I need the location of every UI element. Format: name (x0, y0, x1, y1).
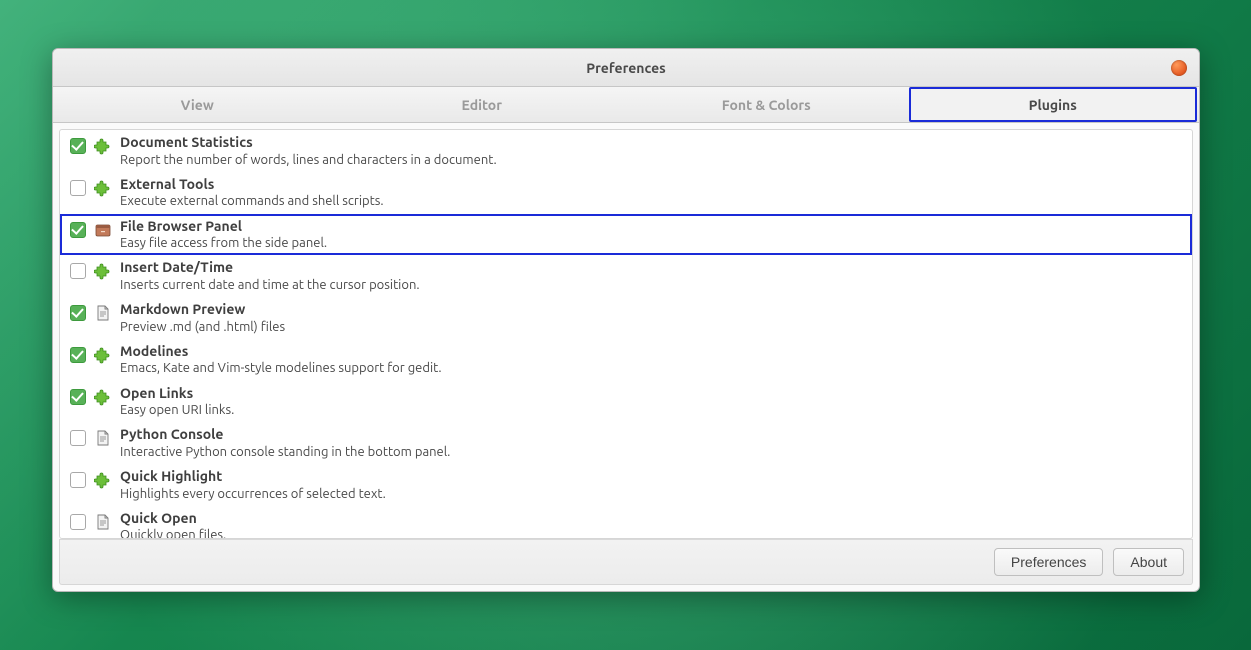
plugin-checkbox[interactable] (70, 180, 86, 196)
drawer-icon (94, 221, 112, 239)
plugin-checkbox[interactable] (70, 138, 86, 154)
plugin-checkbox[interactable] (70, 389, 86, 405)
plugin-pane: Document StatisticsReport the number of … (59, 129, 1193, 539)
plugin-row[interactable]: External ToolsExecute external commands … (60, 172, 1192, 214)
tab-plugins[interactable]: Plugins (909, 87, 1198, 122)
close-icon[interactable] (1171, 60, 1187, 76)
puzzle-icon (94, 388, 112, 406)
tab-bar: View Editor Font & Colors Plugins (53, 87, 1199, 123)
tab-label: View (181, 97, 214, 113)
document-icon (94, 304, 112, 322)
plugin-name: Markdown Preview (120, 301, 285, 319)
plugin-checkbox[interactable] (70, 472, 86, 488)
plugin-checkbox[interactable] (70, 222, 86, 238)
plugin-text: Quick OpenQuickly open files. (120, 510, 226, 538)
plugin-row[interactable]: Python ConsoleInteractive Python console… (60, 422, 1192, 464)
puzzle-icon (94, 179, 112, 197)
puzzle-icon (94, 262, 112, 280)
plugin-description: Easy open URI links. (120, 402, 234, 418)
plugin-name: Modelines (120, 343, 442, 361)
plugin-checkbox[interactable] (70, 347, 86, 363)
plugin-text: Insert Date/TimeInserts current date and… (120, 259, 420, 293)
tab-label: Font & Colors (722, 97, 811, 113)
preferences-window: Preferences View Editor Font & Colors Plugi… (52, 48, 1200, 592)
content-area: Document StatisticsReport the number of … (53, 123, 1199, 591)
plugin-row[interactable]: Markdown PreviewPreview .md (and .html) … (60, 297, 1192, 339)
plugin-text: ModelinesEmacs, Kate and Vim-style model… (120, 343, 442, 377)
plugin-row[interactable]: Quick HighlightHighlights every occurren… (60, 464, 1192, 506)
plugin-name: External Tools (120, 176, 384, 194)
puzzle-icon (94, 137, 112, 155)
tab-view[interactable]: View (55, 87, 340, 122)
plugin-text: Open LinksEasy open URI links. (120, 385, 234, 419)
plugin-name: Python Console (120, 426, 450, 444)
plugin-text: Python ConsoleInteractive Python console… (120, 426, 450, 460)
plugin-text: Markdown PreviewPreview .md (and .html) … (120, 301, 285, 335)
plugin-description: Emacs, Kate and Vim-style modelines supp… (120, 360, 442, 376)
plugin-description: Execute external commands and shell scri… (120, 193, 384, 209)
tab-label: Plugins (1029, 97, 1077, 113)
puzzle-icon (94, 346, 112, 364)
puzzle-icon (94, 471, 112, 489)
plugin-name: Insert Date/Time (120, 259, 420, 277)
plugin-name: File Browser Panel (120, 218, 327, 236)
plugin-about-button[interactable]: About (1113, 548, 1184, 576)
plugin-description: Report the number of words, lines and ch… (120, 152, 497, 168)
plugin-row[interactable]: Insert Date/TimeInserts current date and… (60, 255, 1192, 297)
plugin-checkbox[interactable] (70, 263, 86, 279)
tab-font-colors[interactable]: Font & Colors (624, 87, 909, 122)
document-icon (94, 429, 112, 447)
titlebar: Preferences (53, 49, 1199, 87)
plugin-checkbox[interactable] (70, 305, 86, 321)
plugin-list[interactable]: Document StatisticsReport the number of … (60, 130, 1192, 538)
plugin-row[interactable]: File Browser PanelEasy file access from … (60, 214, 1192, 256)
tab-editor[interactable]: Editor (340, 87, 625, 122)
plugin-name: Quick Open (120, 510, 226, 528)
plugin-text: Document StatisticsReport the number of … (120, 134, 497, 168)
plugin-row[interactable]: Document StatisticsReport the number of … (60, 130, 1192, 172)
tab-label: Editor (462, 97, 502, 113)
button-bar: Preferences About (59, 539, 1193, 585)
plugin-checkbox[interactable] (70, 430, 86, 446)
plugin-preferences-button[interactable]: Preferences (994, 548, 1103, 576)
window-title: Preferences (586, 60, 666, 76)
plugin-text: Quick HighlightHighlights every occurren… (120, 468, 386, 502)
plugin-checkbox[interactable] (70, 514, 86, 530)
plugin-description: Easy file access from the side panel. (120, 235, 327, 251)
plugin-description: Interactive Python console standing in t… (120, 444, 450, 460)
plugin-description: Inserts current date and time at the cur… (120, 277, 420, 293)
plugin-name: Open Links (120, 385, 234, 403)
plugin-row[interactable]: Open LinksEasy open URI links. (60, 381, 1192, 423)
plugin-description: Highlights every occurrences of selected… (120, 486, 386, 502)
plugin-text: External ToolsExecute external commands … (120, 176, 384, 210)
plugin-row[interactable]: ModelinesEmacs, Kate and Vim-style model… (60, 339, 1192, 381)
plugin-row[interactable]: Quick OpenQuickly open files. (60, 506, 1192, 538)
plugin-description: Quickly open files. (120, 527, 226, 538)
plugin-name: Quick Highlight (120, 468, 386, 486)
plugin-text: File Browser PanelEasy file access from … (120, 218, 327, 252)
plugin-name: Document Statistics (120, 134, 497, 152)
plugin-description: Preview .md (and .html) files (120, 319, 285, 335)
document-icon (94, 513, 112, 531)
